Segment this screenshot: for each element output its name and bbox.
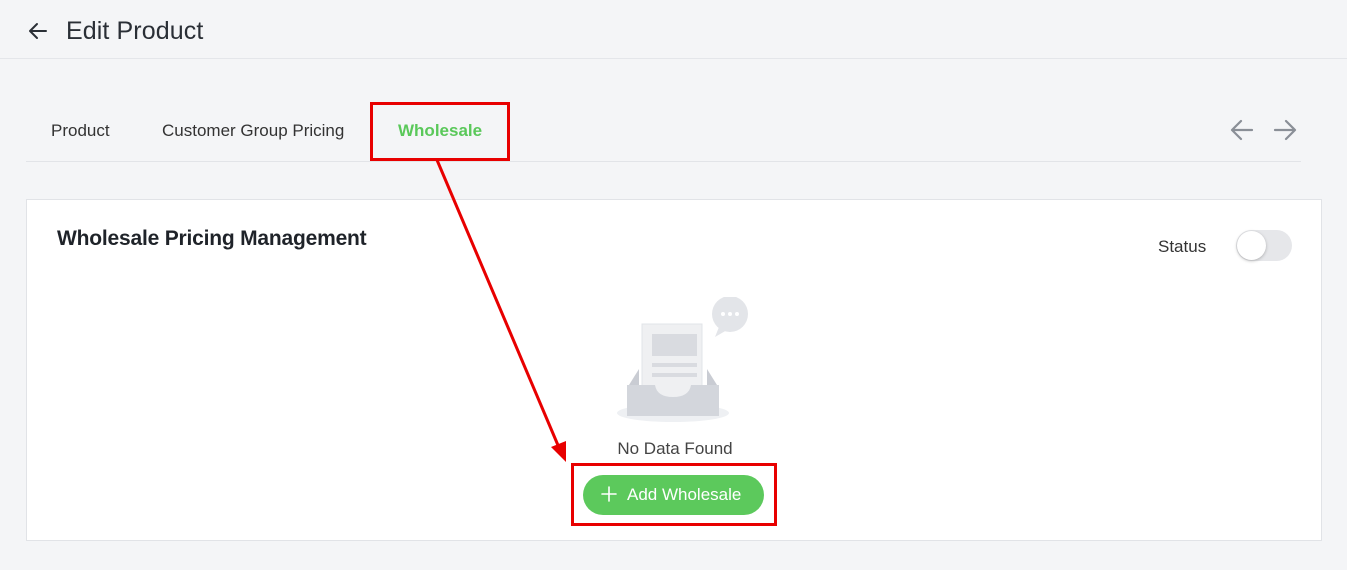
status-label: Status (1158, 237, 1207, 256)
tab-scroll-next-button[interactable] (1271, 116, 1299, 144)
page-header: Edit Product (0, 0, 1347, 59)
empty-state-text: No Data Found (617, 439, 733, 458)
plus-icon (601, 486, 617, 502)
card-title: Wholesale Pricing Management (57, 227, 367, 250)
wholesale-pricing-card: Wholesale Pricing Management Status No D… (26, 199, 1322, 541)
arrow-left-icon (29, 23, 47, 39)
add-wholesale-label: Add Wholesale (627, 485, 742, 504)
add-wholesale-button[interactable]: Add Wholesale (583, 475, 764, 515)
tab-bar: Product Customer Group Pricing Wholesale (26, 104, 1301, 162)
tab-product[interactable]: Product (51, 121, 110, 141)
tab-wholesale[interactable]: Wholesale (398, 121, 482, 141)
tab-customer-group-pricing[interactable]: Customer Group Pricing (162, 121, 344, 141)
back-button[interactable] (26, 19, 50, 43)
tab-scroll-prev-button[interactable] (1228, 116, 1256, 144)
toggle-knob (1237, 231, 1266, 260)
arrow-left-icon (1230, 119, 1254, 141)
status-toggle[interactable] (1236, 230, 1292, 261)
page-title: Edit Product (66, 17, 204, 45)
arrow-right-icon (1273, 119, 1297, 141)
empty-inbox-icon (617, 297, 748, 422)
